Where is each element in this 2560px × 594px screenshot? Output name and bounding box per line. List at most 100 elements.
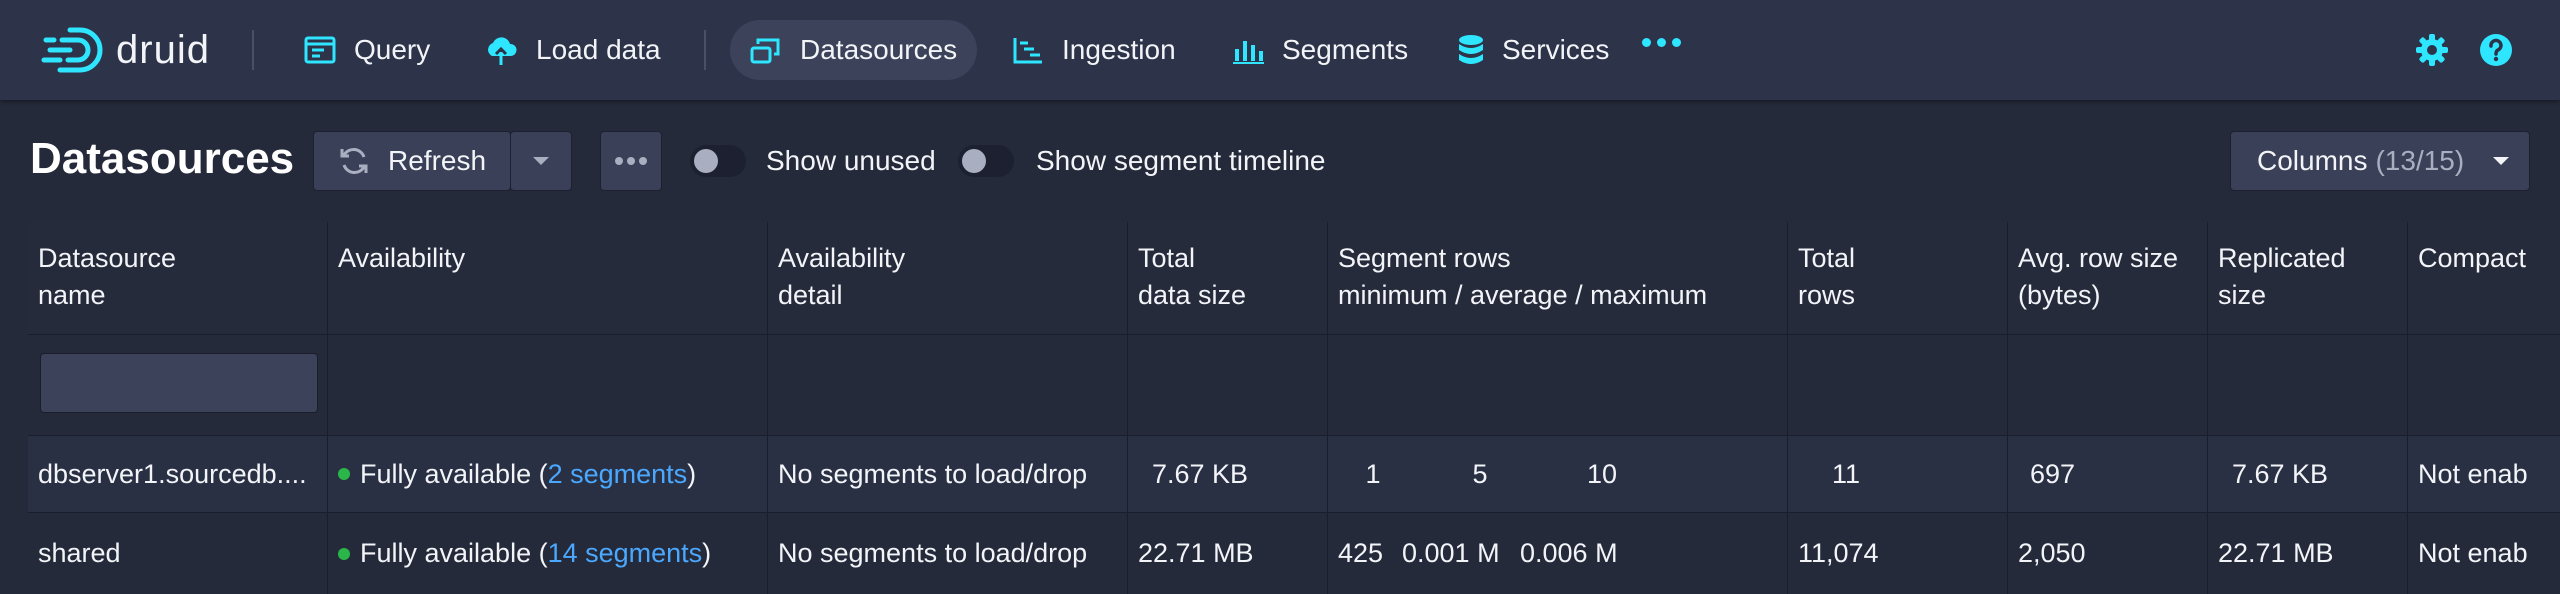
refresh-options-button[interactable] <box>510 131 572 191</box>
avg-row-size-cell: 697 <box>2008 436 2208 512</box>
avg-row-size-cell: 2,050 <box>2008 513 2208 594</box>
column-header-segment-rows[interactable]: Segment rows minimum / average / maximum <box>1328 222 1788 334</box>
column-header-replicated-size[interactable]: Replicated size <box>2208 222 2408 334</box>
nav-item-segments[interactable]: Segments <box>1212 20 1428 80</box>
segment-rows-cell: 425 0.001 M 0.006 M <box>1328 513 1788 594</box>
filter-cell <box>1788 335 2008 435</box>
page-title: Datasources <box>30 134 295 183</box>
compaction-cell[interactable]: Not enab <box>2408 436 2560 512</box>
column-header-total-data-size[interactable]: Total data size <box>1128 222 1328 334</box>
segments-link[interactable]: 2 segments <box>548 459 688 490</box>
table-row[interactable]: dbserver1.sourcedb.... Fully available (… <box>28 436 2560 513</box>
druid-logo[interactable]: druid <box>40 24 210 76</box>
nav-item-datasources[interactable]: Datasources <box>730 20 978 80</box>
nav-divider <box>252 30 254 70</box>
console-icon <box>304 36 336 64</box>
caret-down-icon <box>533 157 549 165</box>
availability-text: ) <box>687 458 697 489</box>
refresh-button[interactable]: Refresh <box>313 131 511 191</box>
gear-icon[interactable] <box>2415 33 2449 67</box>
top-navbar: druid Query Load data Datasources Ingest… <box>0 0 2560 100</box>
availability-text: Fully available ( <box>360 458 548 489</box>
toggle-knob <box>962 149 986 173</box>
nav-item-query[interactable]: Query <box>284 20 450 80</box>
brand-name: druid <box>116 27 210 72</box>
column-header-avg-row-size[interactable]: Avg. row size (bytes) <box>2008 222 2208 334</box>
caret-down-icon <box>2493 157 2510 165</box>
column-header-availability-detail[interactable]: Availability detail <box>768 222 1128 334</box>
segment-rows-avg: 5 <box>1472 458 1488 489</box>
nav-item-load-data[interactable]: Load data <box>464 20 681 80</box>
availability-cell: Fully available (14 segments) <box>328 513 768 594</box>
filter-cell <box>2208 335 2408 435</box>
show-segment-timeline-label: Show segment timeline <box>1036 145 1326 176</box>
table-row[interactable]: shared Fully available (14 segments) No … <box>28 513 2560 594</box>
datasource-name-filter-input[interactable] <box>40 353 318 413</box>
nav-item-label: Segments <box>1282 34 1409 65</box>
nav-item-label: Services <box>1502 34 1610 65</box>
compaction-cell[interactable]: Not enab <box>2408 513 2560 594</box>
multi-select-icon <box>750 38 780 64</box>
filter-cell <box>2008 335 2208 435</box>
table-header-row: Datasource name Availability Availability… <box>28 222 2560 335</box>
nav-item-ingestion[interactable]: Ingestion <box>992 20 1196 80</box>
nav-item-label: Ingestion <box>1062 34 1176 65</box>
availability-cell: Fully available (2 segments) <box>328 436 768 512</box>
availability-text: ) <box>702 538 712 568</box>
cloud-upload-icon <box>488 37 517 65</box>
segment-rows-min: 1 <box>1365 458 1381 489</box>
segment-rows-cell: 1 5 10 <box>1328 436 1788 512</box>
column-header-availability[interactable]: Availability <box>328 222 768 334</box>
show-unused-label: Show unused <box>766 145 936 176</box>
status-dot-icon <box>338 547 350 560</box>
druid-logo-icon <box>41 27 103 73</box>
column-header-compaction[interactable]: Compact <box>2408 222 2560 334</box>
availability-text: Fully available ( <box>360 538 548 568</box>
datasource-name-cell[interactable]: shared <box>28 513 328 594</box>
segment-rows-min: 425 <box>1338 538 1384 568</box>
toggle-knob <box>694 149 718 173</box>
replicated-size-cell: 22.71 MB <box>2208 513 2408 594</box>
segment-rows-avg: 0.001 M <box>1402 538 1500 568</box>
segments-link[interactable]: 14 segments <box>548 538 703 569</box>
datasource-name-cell[interactable]: dbserver1.sourcedb.... <box>28 436 328 512</box>
nav-item-label: Query <box>354 34 431 65</box>
segment-rows-max: 0.006 M <box>1520 538 1618 568</box>
filter-cell <box>1128 335 1328 435</box>
filter-cell <box>328 335 768 435</box>
stacked-chart-icon <box>1233 41 1264 64</box>
nav-item-services[interactable]: Services <box>1438 20 1629 80</box>
more-icon[interactable] <box>1642 38 1681 47</box>
availability-detail-cell: No segments to load/drop <box>768 513 1128 594</box>
nav-divider <box>704 30 706 70</box>
total-rows-cell: 11,074 <box>1788 513 2008 594</box>
replicated-size-cell: 7.67 KB <box>2208 436 2408 512</box>
more-icon <box>615 157 647 165</box>
filter-cell <box>2408 335 2560 435</box>
refresh-icon <box>340 148 368 174</box>
columns-picker-button[interactable]: Columns (13/15) <box>2230 131 2530 191</box>
more-actions-button[interactable] <box>600 131 662 191</box>
refresh-label: Refresh <box>388 145 487 176</box>
availability-detail-cell: No segments to load/drop <box>768 436 1128 512</box>
nav-item-label: Datasources <box>800 34 958 65</box>
gantt-chart-icon <box>1013 38 1042 64</box>
table-filter-row <box>28 335 2560 436</box>
total-data-size-cell: 7.67 KB <box>1128 436 1328 512</box>
help-icon[interactable] <box>2479 33 2513 67</box>
filter-cell <box>28 335 328 435</box>
show-segment-timeline-toggle[interactable] <box>958 145 1014 177</box>
filter-cell <box>768 335 1128 435</box>
columns-label: Columns <box>2257 145 2368 176</box>
column-header-total-rows[interactable]: Total rows <box>1788 222 2008 334</box>
segment-rows-max: 10 <box>1586 458 1618 489</box>
total-rows-cell: 11 <box>1788 436 2008 512</box>
database-icon <box>1459 35 1483 64</box>
columns-count: (13/15) <box>2375 145 2465 176</box>
nav-item-label: Load data <box>536 34 661 65</box>
status-dot-icon <box>338 468 350 480</box>
column-header-datasource-name[interactable]: Datasource name <box>28 222 328 334</box>
filter-cell <box>1328 335 1788 435</box>
total-data-size-cell: 22.71 MB <box>1128 513 1328 594</box>
show-unused-toggle[interactable] <box>690 145 746 177</box>
